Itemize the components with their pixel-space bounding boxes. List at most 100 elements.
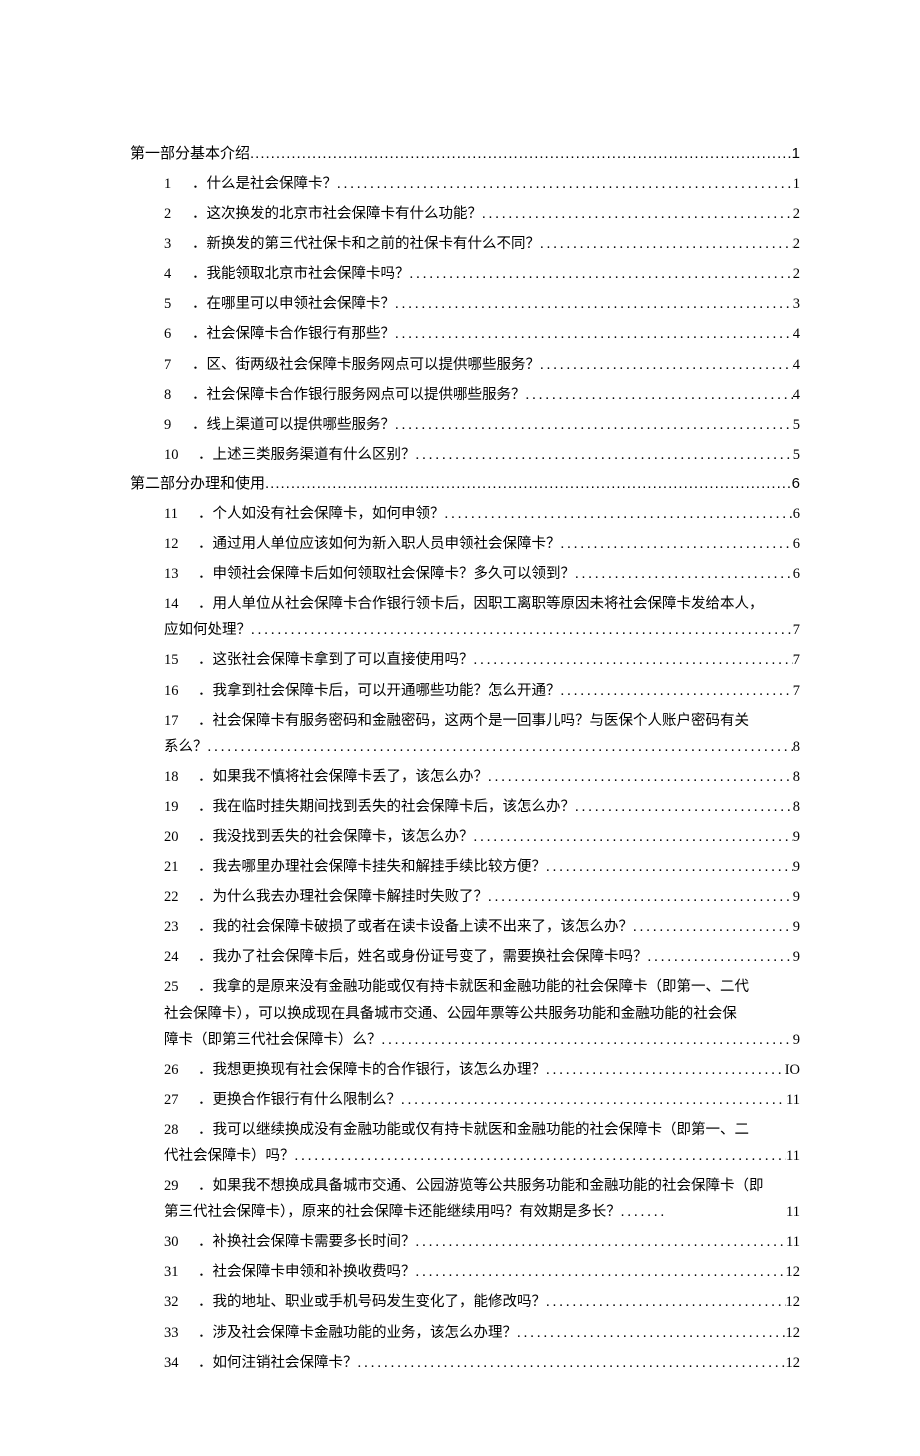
- toc-entry-page: 7: [793, 617, 800, 643]
- toc-entry[interactable]: 2．这次换发的北京市社会保障卡有什么功能？...................…: [164, 197, 800, 227]
- toc-dots: ........................................…: [546, 1289, 786, 1315]
- toc-dots: ........................................…: [382, 1027, 793, 1053]
- toc-entry-page: 12: [786, 1289, 801, 1315]
- toc-dots: ........................................…: [546, 854, 793, 880]
- toc-entry-label: ．我在临时挂失期间找到丢失的社会保障卡后，该怎么办？: [198, 794, 575, 820]
- toc-dots: ........................................…: [575, 794, 793, 820]
- toc-entry[interactable]: 11．个人如没有社会保障卡，如何申领？.....................…: [164, 497, 800, 527]
- toc-entry-label: ．什么是社会保障卡？: [192, 171, 337, 197]
- toc-entry-multiline[interactable]: 29．如果我不想换成具备城市交通、公园游览等公共服务功能和金融功能的社会保障卡（…: [164, 1169, 800, 1225]
- toc-entry-multiline[interactable]: 14．用人单位从社会保障卡合作银行领卡后，因职工离职等原因未将社会保障卡发给本人…: [164, 587, 800, 643]
- toc-page: 第一部分基本介绍 ...............................…: [0, 0, 920, 1456]
- toc-dots: ........................................…: [561, 678, 793, 704]
- toc-entry[interactable]: 19．我在临时挂失期间找到丢失的社会保障卡后，该怎么办？............…: [164, 790, 800, 820]
- toc-entry[interactable]: 4．我能领取北京市社会保障卡吗？........................…: [164, 257, 800, 287]
- toc-dots: ........................................…: [648, 944, 793, 970]
- toc-entry[interactable]: 18．如果我不慎将社会保障卡丢了，该怎么办？..................…: [164, 760, 800, 790]
- toc-dots: .......: [621, 1199, 780, 1225]
- toc-entry-num: 24: [164, 944, 198, 970]
- toc-entry[interactable]: 24．我办了社会保障卡后，姓名或身份证号变了，需要换社会保障卡吗？.......…: [164, 940, 800, 970]
- toc-entry-num: 30: [164, 1229, 198, 1255]
- toc-entry[interactable]: 30．补换社会保障卡需要多长时间？.......................…: [164, 1225, 800, 1255]
- toc-entry-label: ．这次换发的北京市社会保障卡有什么功能？: [192, 201, 482, 227]
- toc-entry-num: 19: [164, 794, 198, 820]
- toc-entry-multiline[interactable]: 28．我可以继续换成没有金融功能或仅有持卡就医和金融功能的社会保障卡（即第一、二…: [164, 1113, 800, 1169]
- toc-entry-num: 10: [164, 442, 198, 468]
- toc-dots: ........................................…: [358, 1350, 786, 1376]
- toc-section-heading[interactable]: 第二部分办理和使用 ..............................…: [130, 468, 800, 497]
- toc-entry[interactable]: 20．我没找到丢失的社会保障卡，该怎么办？...................…: [164, 820, 800, 850]
- toc-dots: ........................................…: [295, 1143, 787, 1169]
- toc-entry-page: 8: [793, 794, 800, 820]
- toc-entry-label: ．通过用人单位应该如何为新入职人员申领社会保障卡？: [198, 531, 561, 557]
- section-1-items: 1．什么是社会保障卡？.............................…: [130, 167, 800, 468]
- toc-section-heading[interactable]: 第一部分基本介绍 ...............................…: [130, 140, 800, 167]
- toc-dots: ........................................…: [445, 501, 793, 527]
- toc-entry-num: 16: [164, 678, 198, 704]
- toc-entry[interactable]: 6．社会保障卡合作银行有那些？.........................…: [164, 317, 800, 347]
- toc-entry[interactable]: 16．我拿到社会保障卡后，可以开通哪些功能？怎么开通？.............…: [164, 674, 800, 704]
- toc-entry[interactable]: 8．社会保障卡合作银行服务网点可以提供哪些服务？................…: [164, 378, 800, 408]
- toc-entry-num: 7: [164, 352, 192, 378]
- toc-entry[interactable]: 12．通过用人单位应该如何为新入职人员申领社会保障卡？.............…: [164, 527, 800, 557]
- toc-entry-num: 9: [164, 412, 192, 438]
- toc-entry-label: ．区、街两级社会保障卡服务网点可以提供哪些服务？: [192, 352, 540, 378]
- toc-entry-multiline[interactable]: 25．我拿的是原来没有金融功能或仅有持卡就医和金融功能的社会保障卡（即第一、二代…: [164, 970, 800, 1052]
- toc-entry-page: 7: [793, 647, 800, 673]
- toc-dots: ........................................…: [488, 884, 793, 910]
- toc-entry-num: 31: [164, 1259, 198, 1285]
- toc-entry[interactable]: 21．我去哪里办理社会保障卡挂失和解挂手续比较方便？..............…: [164, 850, 800, 880]
- toc-entry-page: 12: [786, 1259, 801, 1285]
- toc-entry-page: 9: [793, 824, 800, 850]
- toc-entry-page: 4: [793, 352, 800, 378]
- toc-entry-num: 26: [164, 1057, 198, 1083]
- toc-entry[interactable]: 23．我的社会保障卡破损了或者在读卡设备上读不出来了，该怎么办？........…: [164, 910, 800, 940]
- toc-entry[interactable]: 1．什么是社会保障卡？.............................…: [164, 167, 800, 197]
- toc-entry-label-part: 社会保障卡），可以换成现在具备城市交通、公园年票等公共服务功能和金融功能的社会保: [164, 1001, 800, 1027]
- toc-entry[interactable]: 5．在哪里可以申领社会保障卡？.........................…: [164, 287, 800, 317]
- toc-entry-label: ．我的社会保障卡破损了或者在读卡设备上读不出来了，该怎么办？: [198, 914, 633, 940]
- toc-dots: ........................................…: [395, 321, 793, 347]
- toc-entry-label: ．社会保障卡申领和补换收费吗？: [198, 1259, 416, 1285]
- toc-entry-num: 29: [164, 1173, 198, 1199]
- toc-entry[interactable]: 22．为什么我去办理社会保障卡解挂时失败了？..................…: [164, 880, 800, 910]
- toc-entry[interactable]: 15．这张社会保障卡拿到了可以直接使用吗？...................…: [164, 643, 800, 673]
- toc-entry[interactable]: 34．如何注销社会保障卡？...........................…: [164, 1346, 800, 1376]
- toc-entry-page: IO: [785, 1057, 800, 1083]
- toc-entry[interactable]: 27．更换合作银行有什么限制么？........................…: [164, 1083, 800, 1113]
- toc-dots: ........................................…: [526, 382, 793, 408]
- toc-entry-page: 11: [786, 1229, 800, 1255]
- toc-entry[interactable]: 13．申领社会保障卡后如何领取社会保障卡？多久可以领到？............…: [164, 557, 800, 587]
- toc-entry-num: 17: [164, 708, 198, 734]
- toc-entry[interactable]: 26．我想更换现有社会保障卡的合作银行，该怎么办理？..............…: [164, 1053, 800, 1083]
- toc-entry-label-tail: 障卡（即第三代社会保障卡）么？: [164, 1027, 382, 1053]
- toc-entry-page: 12: [786, 1350, 801, 1376]
- toc-entry-label: ．我办了社会保障卡后，姓名或身份证号变了，需要换社会保障卡吗？: [198, 944, 648, 970]
- toc-entry[interactable]: 9．线上渠道可以提供哪些服务？.........................…: [164, 408, 800, 438]
- toc-entry-label: ．线上渠道可以提供哪些服务？: [192, 412, 395, 438]
- toc-entry-num: 34: [164, 1350, 198, 1376]
- toc-entry[interactable]: 31．社会保障卡申领和补换收费吗？.......................…: [164, 1255, 800, 1285]
- toc-entry-label: ．涉及社会保障卡金融功能的业务，该怎么办理？: [198, 1320, 517, 1346]
- toc-entry[interactable]: 3．新换发的第三代社保卡和之前的社保卡有什么不同？...............…: [164, 227, 800, 257]
- toc-dots: ........................................…: [265, 470, 792, 497]
- toc-dots: ........................................…: [474, 647, 793, 673]
- toc-entry-label-part: ．社会保障卡有服务密码和金融密码，这两个是一回事儿吗？与医保个人账户密码有关: [198, 713, 749, 729]
- toc-entry-label: ．我能领取北京市社会保障卡吗？: [192, 261, 410, 287]
- toc-dots: ........................................…: [575, 561, 793, 587]
- toc-dots: ........................................…: [633, 914, 793, 940]
- toc-entry-num: 13: [164, 561, 198, 587]
- toc-entry-label: ．申领社会保障卡后如何领取社会保障卡？多久可以领到？: [198, 561, 575, 587]
- toc-entry-page: 6: [793, 531, 800, 557]
- toc-entry-num: 14: [164, 591, 198, 617]
- toc-entry-multiline[interactable]: 17．社会保障卡有服务密码和金融密码，这两个是一回事儿吗？与医保个人账户密码有关…: [164, 704, 800, 760]
- toc-entry-label-tail: 应如何处理？: [164, 617, 251, 643]
- toc-entry[interactable]: 33．涉及社会保障卡金融功能的业务，该怎么办理？................…: [164, 1316, 800, 1346]
- toc-entry[interactable]: 10．上述三类服务渠道有什么区别？.......................…: [164, 438, 800, 468]
- toc-entry-num: 3: [164, 231, 192, 257]
- toc-dots: ........................................…: [416, 442, 793, 468]
- toc-entry-page: 11: [786, 1087, 800, 1113]
- toc-entry[interactable]: 7．区、街两级社会保障卡服务网点可以提供哪些服务？...............…: [164, 348, 800, 378]
- toc-entry-label: ．社会保障卡合作银行有那些？: [192, 321, 395, 347]
- toc-entry-num: 8: [164, 382, 192, 408]
